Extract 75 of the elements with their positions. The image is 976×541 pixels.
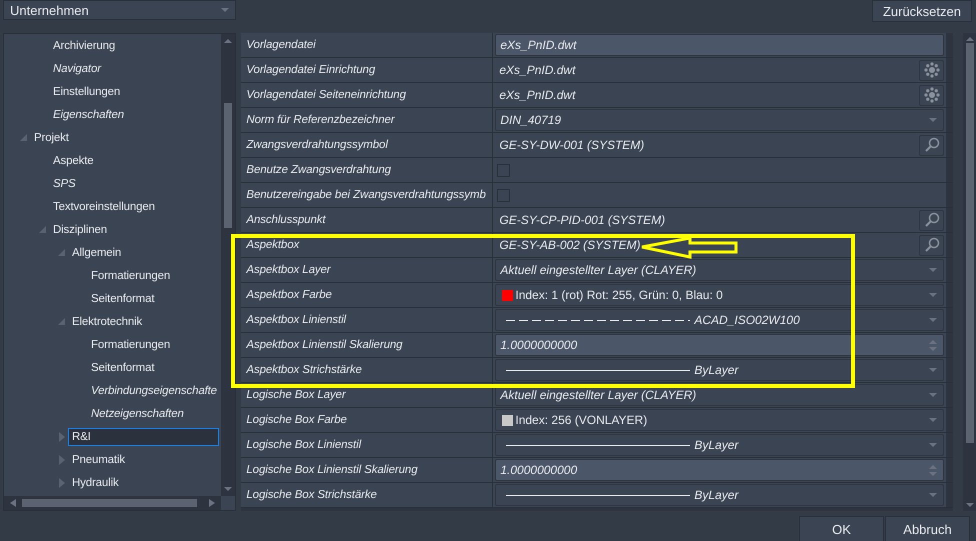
tree-item[interactable]: Projekt [30, 128, 73, 146]
property-label: Zwangsverdrahtungssymbol [241, 133, 494, 157]
property-label: Aspektbox Linienstil Skalierung [241, 333, 494, 357]
search-button[interactable] [919, 234, 944, 256]
settings-button[interactable] [919, 84, 944, 106]
search-button[interactable] [919, 134, 944, 156]
property-label: Logische Box Farbe [241, 408, 494, 432]
property-label: Logische Box Linienstil Skalierung [241, 458, 494, 482]
property-label: Benutzereingabe bei Zwangsverdrahtungssymb [241, 183, 494, 207]
property-label: Anschlusspunkt [241, 208, 494, 232]
tree-item[interactable]: R&I [68, 428, 220, 446]
tree-item[interactable]: SPS [49, 174, 80, 192]
vertical-scrollbar[interactable] [221, 34, 236, 496]
search-icon [924, 237, 940, 253]
value-text: GE-SY-CP-PID-001 (SYSTEM) [498, 213, 666, 227]
property-label: Logische Box Linienstil [241, 433, 494, 457]
tree-item[interactable]: Formatierungen [87, 336, 174, 354]
horizontal-scrollbar[interactable] [4, 496, 222, 510]
property-label: Aspektbox Layer [241, 258, 494, 282]
tree-item[interactable]: Aspekte [49, 152, 98, 170]
dropdown[interactable]: DIN_40719 [495, 109, 944, 131]
tree-item[interactable]: Seitenformat [87, 290, 158, 308]
value-text: GE-SY-DW-001 (SYSTEM) [498, 138, 644, 152]
tree-item[interactable]: Archivierung [49, 36, 120, 54]
tree-item[interactable]: Disziplinen [49, 220, 111, 238]
tree-item[interactable]: Seitenformat [87, 358, 158, 376]
tree-item[interactable]: Pneumatik [68, 450, 129, 468]
value-text: GE-SY-AB-002 (SYSTEM) [498, 238, 641, 252]
color-dropdown[interactable]: Index: 256 (VONLAYER) [495, 409, 944, 431]
gear-icon [924, 87, 940, 103]
color-dropdown[interactable]: Index: 1 (rot) Rot: 255, Grün: 0, Blau: 0 [495, 284, 944, 306]
linetype-dropdown[interactable]: ACAD_ISO02W100 [495, 309, 944, 331]
scroll-left-icon[interactable] [10, 499, 16, 507]
property-label: Norm für Referenzbezeichner [241, 108, 494, 132]
linetype-dropdown[interactable]: ByLayer [495, 359, 944, 381]
gear-icon [924, 62, 940, 78]
tree-item[interactable]: Elektrotechnik [68, 312, 146, 330]
linetype-dropdown[interactable]: ByLayer [495, 484, 944, 506]
property-label: Logische Box Strichstärke [241, 483, 494, 507]
property-label: Aspektbox Farbe [241, 283, 494, 307]
tree-item[interactable]: Eigenschaften [49, 106, 128, 124]
property-label: Aspektbox Strichstärke [241, 358, 494, 382]
search-button[interactable] [919, 210, 944, 230]
tree-item[interactable]: Navigator [49, 60, 105, 78]
search-icon [924, 137, 940, 153]
tree-item[interactable]: Verbindungseigenschafte [87, 382, 221, 400]
property-label: Aspektbox Linienstil [241, 308, 494, 332]
dropdown[interactable]: Aktuell eingestellter Layer (CLAYER) [495, 259, 944, 281]
reset-button[interactable]: Zurücksetzen [872, 0, 972, 22]
property-label: Vorlagendatei [241, 33, 494, 57]
scope-dropdown[interactable]: Unternehmen [3, 0, 236, 20]
number-spinner[interactable]: 1.0000000000 [495, 459, 944, 481]
property-label: Vorlagendatei Seiteneinrichtung [241, 83, 494, 107]
value-text: eXs_PnID.dwt [498, 63, 576, 77]
settings-button[interactable] [919, 60, 944, 80]
tree-item[interactable]: Netzeigenschaften [87, 404, 188, 422]
dropdown[interactable]: Aktuell eingestellter Layer (CLAYER) [495, 384, 944, 406]
tree-item[interactable]: Textvoreinstellungen [49, 198, 159, 216]
checkbox[interactable] [497, 188, 510, 202]
property-label: Benutze Zwangsverdrahtung [241, 158, 494, 182]
tree-item[interactable]: Formatierungen [87, 266, 174, 284]
search-icon [924, 212, 940, 228]
scroll-right-icon[interactable] [209, 499, 216, 507]
number-spinner[interactable]: 1.0000000000 [495, 334, 944, 356]
checkbox[interactable] [497, 164, 510, 176]
linetype-dropdown[interactable]: ByLayer [495, 434, 944, 456]
dialog-button[interactable]: OK [799, 516, 884, 541]
text-field[interactable]: eXs_PnID.dwt [495, 34, 944, 56]
value-text: eXs_PnID.dwt [498, 88, 576, 102]
vertical-scrollbar[interactable] [963, 33, 976, 511]
tree-item[interactable]: Hydraulik [68, 474, 123, 492]
property-label: Vorlagendatei Einrichtung [241, 58, 494, 82]
dialog-button[interactable]: Abbruch [885, 516, 970, 541]
tree-item[interactable]: Einstellungen [49, 82, 124, 100]
tree-item[interactable]: Allgemein [68, 244, 126, 262]
